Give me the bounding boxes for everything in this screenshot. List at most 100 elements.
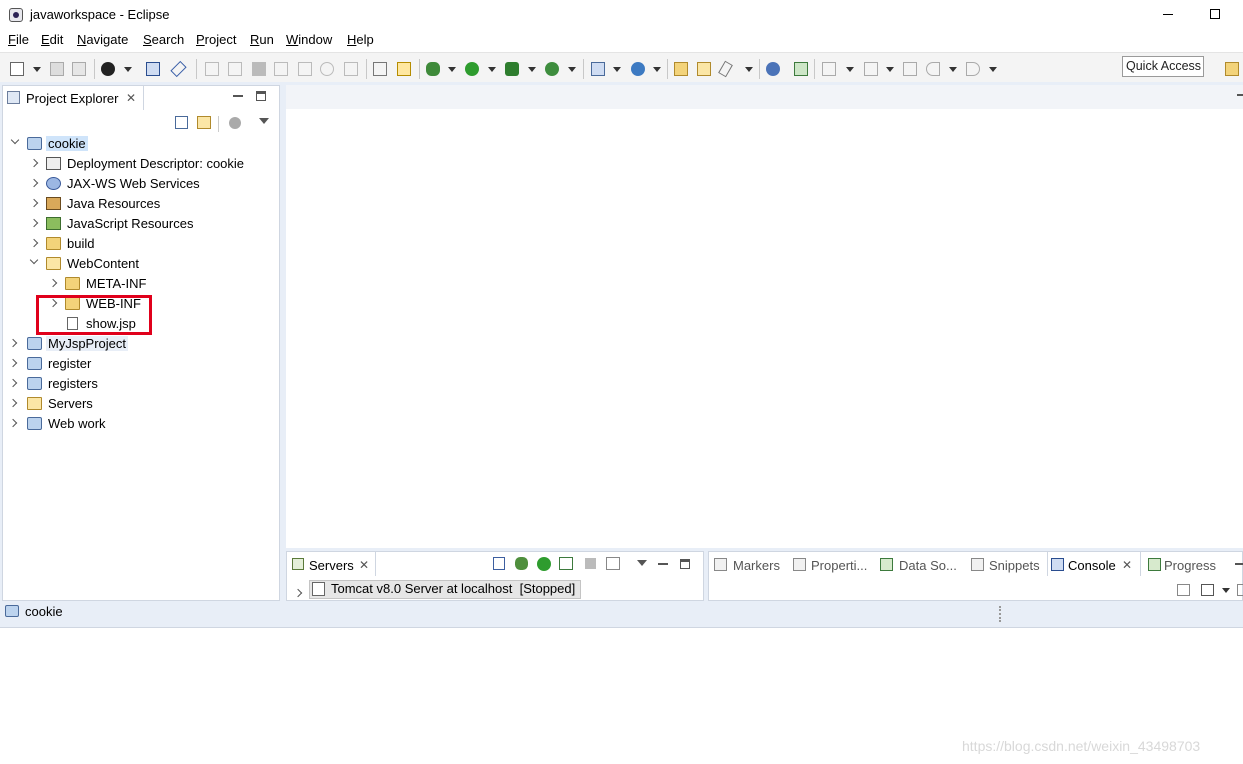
next-annotation-icon[interactable]: [822, 62, 836, 76]
step-return-icon[interactable]: [344, 62, 358, 76]
save-all-icon[interactable]: [72, 62, 86, 76]
quick-access-input[interactable]: Quick Access: [1122, 56, 1204, 77]
view-menu-icon[interactable]: [637, 560, 647, 566]
skip-breakpoints-icon[interactable]: [170, 60, 187, 78]
open-task-icon[interactable]: [697, 62, 711, 76]
start-server-icon[interactable]: [537, 557, 551, 571]
console-more-icon[interactable]: [1237, 584, 1243, 596]
java-resources-icon: [46, 197, 61, 210]
profile-icon[interactable]: [101, 62, 115, 76]
open-perspective-icon[interactable]: [1225, 62, 1239, 76]
deployment-descriptor-icon: [46, 157, 61, 170]
close-icon[interactable]: ✕: [359, 558, 369, 572]
run-icon[interactable]: [465, 62, 479, 76]
debug-server-icon[interactable]: [515, 557, 528, 570]
step-over-icon[interactable]: [320, 62, 334, 76]
minimize-view-icon[interactable]: [1235, 563, 1243, 565]
menu-label: un: [259, 32, 274, 47]
maximize-view-icon[interactable]: [256, 91, 266, 101]
run-server-icon[interactable]: [505, 62, 519, 76]
minimize-view-icon[interactable]: [658, 563, 668, 565]
publish-icon[interactable]: [606, 557, 620, 570]
menu-file[interactable]: File: [8, 32, 29, 47]
tab-markers[interactable]: Markers: [733, 558, 780, 573]
collapse-icon[interactable]: [493, 557, 505, 570]
menu-window[interactable]: Window: [286, 32, 332, 47]
web-services-icon: [46, 177, 61, 190]
chevron-down-icon[interactable]: [949, 67, 957, 72]
data-source-icon: [880, 558, 893, 571]
chevron-down-icon[interactable]: [846, 67, 854, 72]
tree-item-label: Deployment Descriptor: cookie: [67, 156, 245, 171]
open-console-icon[interactable]: [1177, 584, 1190, 596]
stop-server-icon[interactable]: [585, 558, 596, 569]
chevron-down-icon[interactable]: [568, 67, 576, 72]
status-bar-divider: [999, 606, 1003, 622]
status-selected-item: cookie: [25, 604, 63, 619]
chevron-down-icon[interactable]: [653, 67, 661, 72]
menu-help[interactable]: Help: [347, 32, 374, 47]
focus-icon[interactable]: [229, 117, 241, 129]
new-icon[interactable]: [10, 62, 24, 76]
forward-icon[interactable]: [966, 62, 980, 76]
maximize-view-icon[interactable]: [680, 559, 690, 569]
collapse-all-icon[interactable]: [175, 116, 188, 129]
folder-icon: [27, 397, 42, 410]
chevron-down-icon[interactable]: [1222, 588, 1230, 593]
editor-area[interactable]: [286, 85, 1243, 548]
menu-label: indow: [298, 32, 333, 47]
back-icon[interactable]: [926, 62, 940, 76]
display-console-icon[interactable]: [1201, 584, 1214, 596]
servers-tab-label: Servers: [309, 558, 354, 573]
previous-annotation-icon[interactable]: [864, 62, 878, 76]
globe-icon[interactable]: [766, 62, 780, 76]
profile-server-icon[interactable]: [559, 557, 573, 570]
tab-console[interactable]: Console: [1068, 558, 1116, 573]
use-step-filters-icon[interactable]: [373, 62, 387, 76]
new-class-icon[interactable]: [631, 62, 645, 76]
last-edit-location-icon[interactable]: [903, 62, 917, 76]
chevron-down-icon[interactable]: [33, 67, 41, 72]
search-icon[interactable]: [718, 60, 733, 78]
open-type-icon[interactable]: [674, 62, 688, 76]
step-into-icon[interactable]: [298, 62, 312, 76]
menu-edit[interactable]: Edit: [41, 32, 63, 47]
minimize-view-icon[interactable]: [1237, 94, 1243, 96]
chevron-down-icon[interactable]: [124, 67, 132, 72]
toggle-icon[interactable]: [397, 62, 411, 76]
chevron-down-icon[interactable]: [989, 67, 997, 72]
menu-search[interactable]: Search: [143, 32, 184, 47]
tab-snippets[interactable]: Snippets: [989, 558, 1040, 573]
maximize-icon[interactable]: [1210, 9, 1220, 19]
external-tools-icon[interactable]: [545, 62, 559, 76]
terminate-icon[interactable]: [252, 62, 266, 76]
run-on-server-icon[interactable]: [794, 62, 808, 76]
menu-navigate[interactable]: Navigate: [77, 32, 128, 47]
suspend-icon[interactable]: [228, 62, 242, 76]
menu-project[interactable]: Project: [196, 32, 236, 47]
chevron-down-icon[interactable]: [528, 67, 536, 72]
terminal-icon[interactable]: [146, 62, 160, 76]
disconnect-icon[interactable]: [274, 62, 288, 76]
chevron-down-icon[interactable]: [448, 67, 456, 72]
chevron-down-icon[interactable]: [745, 67, 753, 72]
tab-properties[interactable]: Properti...: [811, 558, 867, 573]
view-menu-icon[interactable]: [259, 118, 269, 124]
link-with-editor-icon[interactable]: [197, 116, 211, 129]
resume-icon[interactable]: [205, 62, 219, 76]
save-icon[interactable]: [50, 62, 64, 76]
minimize-icon[interactable]: [1163, 14, 1173, 15]
close-icon[interactable]: ✕: [1122, 558, 1132, 572]
debug-icon[interactable]: [426, 62, 440, 76]
minimize-view-icon[interactable]: [233, 95, 243, 97]
chevron-down-icon[interactable]: [488, 67, 496, 72]
menu-run[interactable]: Run: [250, 32, 274, 47]
toolbar-separator: [94, 59, 95, 79]
folder-open-icon: [46, 257, 61, 270]
close-icon[interactable]: ✕: [126, 91, 136, 105]
chevron-down-icon[interactable]: [886, 67, 894, 72]
tab-progress[interactable]: Progress: [1164, 558, 1216, 573]
chevron-down-icon[interactable]: [613, 67, 621, 72]
tab-data-source[interactable]: Data So...: [899, 558, 957, 573]
new-java-project-icon[interactable]: [591, 62, 605, 76]
